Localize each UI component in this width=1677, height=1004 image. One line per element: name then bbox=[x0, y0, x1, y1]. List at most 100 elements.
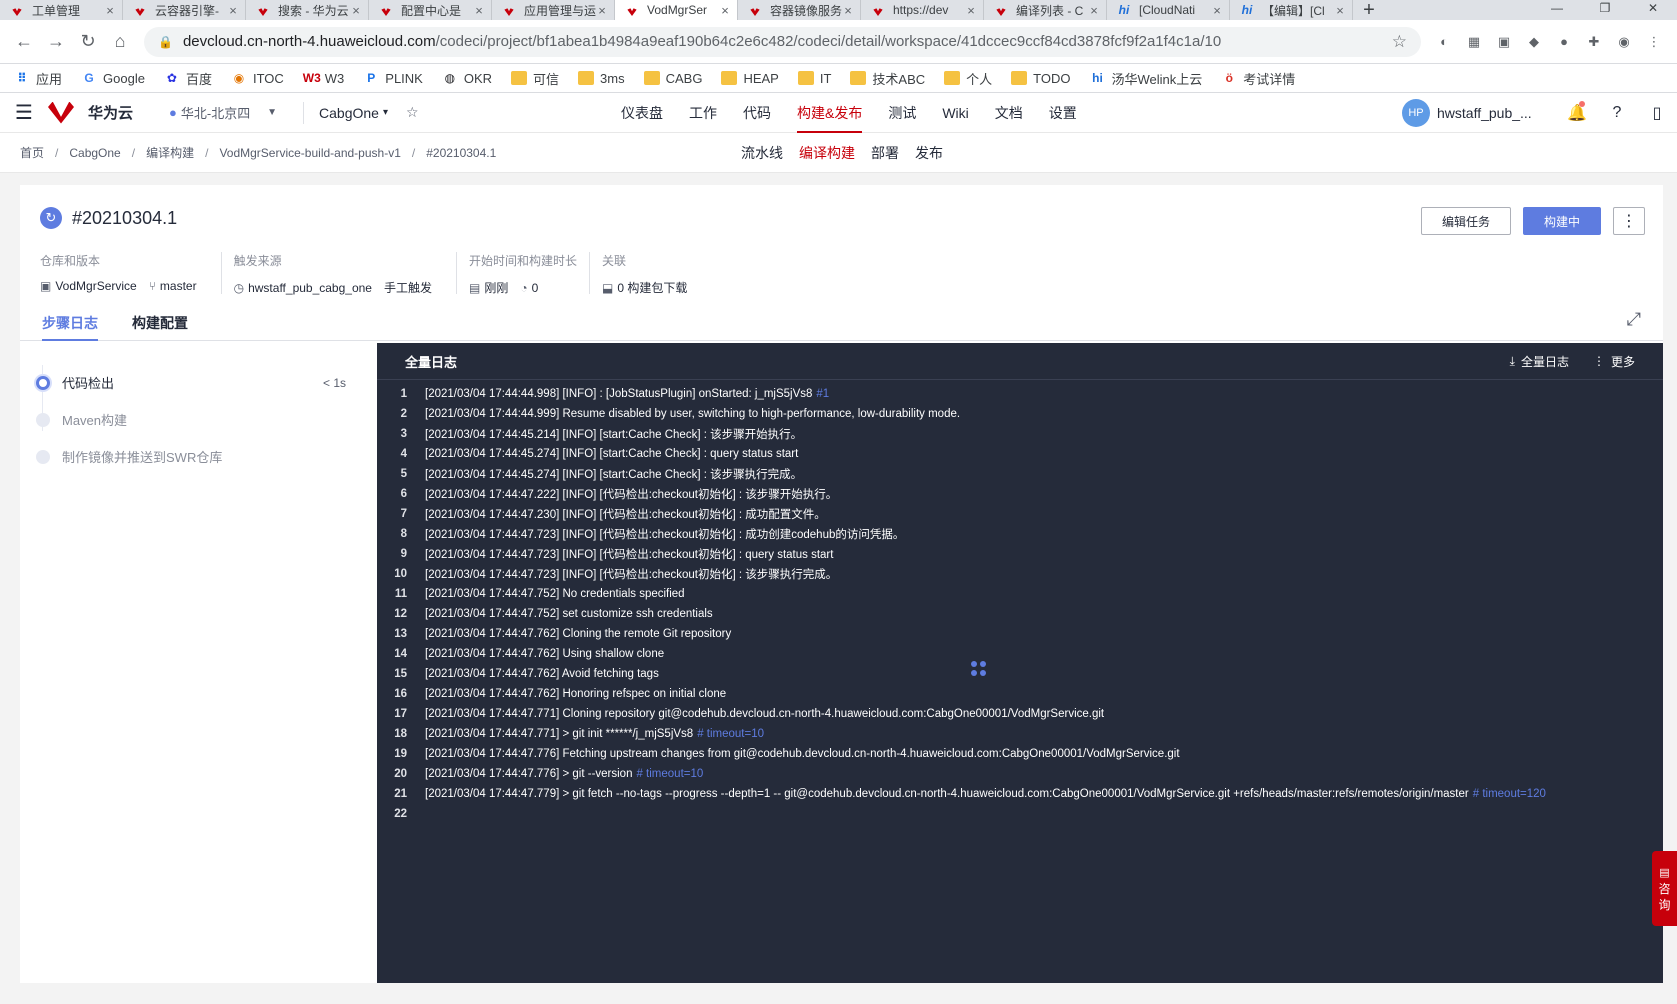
log-more-button[interactable]: ⋮ 更多 bbox=[1593, 353, 1635, 370]
region-label: 华北-北京四 bbox=[180, 106, 251, 121]
extension-icon[interactable]: ● bbox=[1549, 27, 1579, 57]
repo-value[interactable]: ▣ VodMgrService bbox=[40, 279, 137, 293]
help-icon[interactable]: ? bbox=[1597, 104, 1637, 122]
close-tab-icon[interactable]: × bbox=[719, 3, 731, 18]
close-tab-icon[interactable]: × bbox=[965, 3, 977, 18]
home-icon[interactable]: ⌂ bbox=[104, 26, 136, 58]
welink-icon: hi bbox=[1241, 3, 1253, 17]
browser-tab[interactable]: hi [CloudNati × bbox=[1107, 0, 1230, 20]
hamburger-menu-icon[interactable]: ☰ bbox=[0, 100, 48, 125]
extension-icon[interactable]: ◐ bbox=[1429, 27, 1459, 57]
nav-item[interactable]: 文档 bbox=[982, 93, 1036, 133]
bookmark-item[interactable]: P PLINK bbox=[363, 71, 423, 86]
breadcrumb-item[interactable]: VodMgrService-build-and-push-v1 bbox=[219, 146, 400, 160]
close-tab-icon[interactable]: × bbox=[104, 3, 116, 18]
close-tab-icon[interactable]: × bbox=[473, 3, 485, 18]
browser-tab[interactable]: https://dev × bbox=[861, 0, 984, 20]
consult-button[interactable]: ▤ 咨 询 bbox=[1652, 851, 1677, 926]
more-actions-icon[interactable]: ⋮ bbox=[1613, 207, 1645, 235]
forward-icon[interactable]: → bbox=[40, 26, 72, 58]
close-tab-icon[interactable]: × bbox=[1334, 3, 1346, 18]
fullscreen-icon[interactable]: ⤢ bbox=[1627, 309, 1641, 330]
url-bar[interactable]: 🔒 devcloud.cn-north-4.huaweicloud.com/co… bbox=[144, 26, 1421, 57]
browser-tab[interactable]: 云容器引擎- × bbox=[123, 0, 246, 20]
bookmark-item[interactable]: IT bbox=[797, 71, 831, 86]
nav-item[interactable]: 测试 bbox=[875, 93, 929, 133]
bookmark-item[interactable]: ✿ 百度 bbox=[164, 69, 212, 88]
extension-icon[interactable]: ▣ bbox=[1489, 27, 1519, 57]
bookmark-item[interactable]: ⠿ 应用 bbox=[14, 69, 62, 88]
bookmark-item[interactable]: ö 考试详情 bbox=[1221, 69, 1296, 88]
bookmark-item[interactable]: ◍ OKR bbox=[442, 71, 492, 86]
bookmark-item[interactable]: TODO bbox=[1011, 71, 1071, 86]
nav-item[interactable]: 构建&发布 bbox=[784, 93, 875, 133]
browser-tab[interactable]: 工单管理 × bbox=[0, 0, 123, 20]
breadcrumb-item[interactable]: 编译构建 bbox=[146, 144, 194, 161]
breadcrumb-item[interactable]: 首页 bbox=[20, 144, 44, 161]
breadcrumb-item[interactable]: CabgOne bbox=[69, 146, 120, 160]
nav-item[interactable]: 仪表盘 bbox=[608, 93, 676, 133]
extension-icon[interactable]: ◆ bbox=[1519, 27, 1549, 57]
huawei-cloud-logo[interactable]: 华为云 bbox=[48, 101, 133, 124]
profile-icon[interactable]: ◉ bbox=[1609, 27, 1639, 57]
avatar[interactable]: HP bbox=[1402, 99, 1430, 127]
nav-item[interactable]: 工作 bbox=[676, 93, 730, 133]
close-tab-icon[interactable]: × bbox=[1211, 3, 1223, 18]
new-tab-button[interactable]: + bbox=[1353, 0, 1385, 21]
browser-tab[interactable]: hi 【编辑】[Cl × bbox=[1230, 0, 1353, 20]
subnav-item[interactable]: 流水线 bbox=[741, 143, 783, 163]
download-log-button[interactable]: ⤓ 全量日志 bbox=[1510, 353, 1569, 370]
project-selector[interactable]: CabgOne ▾ ☆ bbox=[303, 101, 419, 124]
close-tab-icon[interactable]: × bbox=[596, 3, 608, 18]
browser-tab[interactable]: VodMgrSer × bbox=[615, 0, 738, 20]
mobile-icon[interactable]: ▯ bbox=[1637, 103, 1677, 123]
subnav-item[interactable]: 部署 bbox=[871, 143, 899, 163]
close-tab-icon[interactable]: × bbox=[227, 3, 239, 18]
browser-tab[interactable]: 搜索 - 华为云 × bbox=[246, 0, 369, 20]
restore-icon[interactable]: ❐ bbox=[1581, 0, 1629, 20]
close-tab-icon[interactable]: × bbox=[350, 3, 362, 18]
reload-icon[interactable]: ↻ bbox=[72, 26, 104, 58]
subnav-item[interactable]: 编译构建 bbox=[799, 143, 855, 163]
bell-icon[interactable]: 🔔 bbox=[1557, 101, 1597, 123]
bookmark-item[interactable]: HEAP bbox=[721, 71, 779, 86]
edit-task-button[interactable]: 编辑任务 bbox=[1420, 207, 1511, 235]
tab-step-log[interactable]: 步骤日志 bbox=[42, 313, 98, 341]
extension-icon[interactable]: ▦ bbox=[1459, 27, 1489, 57]
close-window-icon[interactable]: ✕ bbox=[1629, 0, 1677, 20]
puzzle-icon[interactable]: ✚ bbox=[1579, 27, 1609, 57]
region-selector[interactable]: ● 华北-北京四 ▼ bbox=[163, 101, 283, 125]
bookmark-item[interactable]: 技术ABC bbox=[850, 69, 925, 88]
favorite-star-icon[interactable]: ☆ bbox=[406, 104, 419, 121]
build-step[interactable]: 制作镜像并推送到SWR仓库 bbox=[36, 447, 346, 466]
browser-tab[interactable]: 应用管理与运 × bbox=[492, 0, 615, 20]
bookmark-item[interactable]: ◉ ITOC bbox=[231, 71, 284, 86]
subnav-item[interactable]: 发布 bbox=[915, 143, 943, 163]
build-step[interactable]: Maven构建 bbox=[36, 410, 346, 429]
browser-tab[interactable]: 容器镜像服务 × bbox=[738, 0, 861, 20]
bookmark-item[interactable]: 可信 bbox=[511, 69, 559, 88]
bookmark-item[interactable]: 3ms bbox=[578, 71, 625, 86]
nav-item[interactable]: 代码 bbox=[730, 93, 784, 133]
minimize-icon[interactable]: — bbox=[1533, 0, 1581, 20]
bookmark-item[interactable]: G Google bbox=[81, 71, 145, 86]
bookmark-star-icon[interactable]: ☆ bbox=[1392, 32, 1407, 52]
close-tab-icon[interactable]: × bbox=[842, 3, 854, 18]
bookmark-item[interactable]: hi 汤华Welink上云 bbox=[1090, 69, 1202, 88]
nav-item[interactable]: Wiki bbox=[929, 93, 981, 133]
browser-tab[interactable]: 编译列表 - C × bbox=[984, 0, 1107, 20]
menu-kebab-icon[interactable]: ⋮ bbox=[1639, 27, 1669, 57]
nav-item[interactable]: 设置 bbox=[1036, 93, 1090, 133]
meta-repo-label: 仓库和版本 bbox=[40, 254, 101, 268]
tab-build-config[interactable]: 构建配置 bbox=[132, 313, 188, 340]
close-tab-icon[interactable]: × bbox=[1088, 3, 1100, 18]
build-status-button[interactable]: 构建中 bbox=[1522, 207, 1601, 235]
browser-tab[interactable]: 配置中心是 × bbox=[369, 0, 492, 20]
build-step[interactable]: 代码检出 < 1s bbox=[36, 373, 346, 392]
back-icon[interactable]: ← bbox=[8, 26, 40, 58]
bookmark-item[interactable]: 个人 bbox=[944, 69, 992, 88]
artifacts-link[interactable]: ⬓ 0 构建包下载 bbox=[602, 279, 687, 296]
bookmark-item[interactable]: CABG bbox=[643, 71, 702, 86]
user-name[interactable]: hwstaff_pub_... bbox=[1437, 105, 1557, 121]
bookmark-item[interactable]: W3 W3 bbox=[303, 71, 345, 86]
